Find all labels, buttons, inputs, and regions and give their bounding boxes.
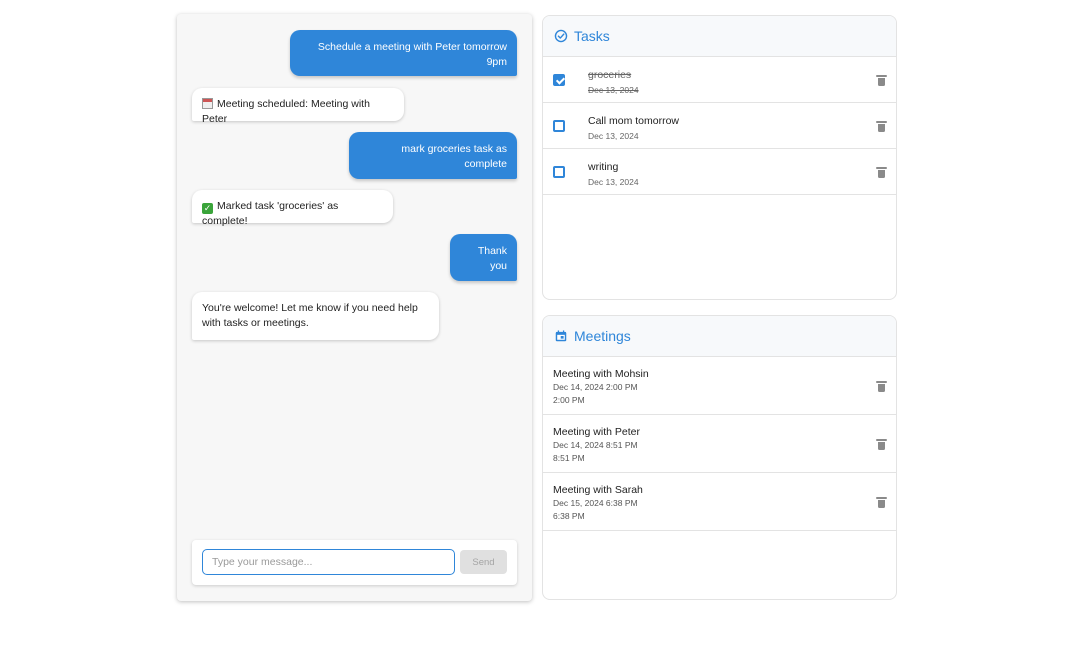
trash-icon[interactable]: [876, 439, 887, 450]
message-text: Marked task 'groceries' as complete!: [202, 200, 339, 227]
meetings-card: Meetings Meeting with Mohsin Dec 14, 202…: [542, 315, 897, 600]
user-message: Thank you: [450, 234, 517, 281]
task-name: groceries: [588, 69, 632, 81]
task-name: writing: [588, 161, 619, 173]
assistant-message: ✓ Marked task 'groceries' as complete!: [192, 190, 393, 227]
message-text: You're welcome! Let me know if you need …: [202, 302, 418, 329]
meeting-time: 2:00 PM: [553, 395, 585, 405]
meeting-datetime: Dec 14, 2024 2:00 PM: [553, 382, 638, 392]
message-text: Schedule a meeting with Peter tomorrow 9…: [317, 41, 507, 68]
task-date: Dec 13, 2024: [588, 85, 639, 95]
trash-icon[interactable]: [876, 497, 887, 508]
meetings-header: Meetings: [543, 316, 896, 357]
meeting-time: 8:51 PM: [553, 453, 585, 463]
meeting-datetime: Dec 15, 2024 6:38 PM: [553, 498, 638, 508]
task-row: Call mom tomorrow Dec 13, 2024: [543, 103, 896, 149]
trash-icon[interactable]: [876, 167, 887, 178]
message-text: Thank you: [477, 245, 507, 272]
meeting-time: 6:38 PM: [553, 511, 585, 521]
check-circle-icon: [554, 29, 568, 43]
task-text: groceries Dec 13, 2024: [588, 68, 639, 97]
calendar-icon: [555, 330, 567, 342]
meeting-row: Meeting with Sarah Dec 15, 2024 6:38 PM …: [543, 473, 896, 531]
trash-icon[interactable]: [876, 381, 887, 392]
meetings-title: Meetings: [574, 328, 631, 344]
meeting-row: Meeting with Peter Dec 14, 2024 8:51 PM …: [543, 415, 896, 473]
user-message: Schedule a meeting with Peter tomorrow 9…: [290, 30, 517, 76]
meeting-title: Meeting with Peter: [553, 426, 640, 438]
calendar-icon: [202, 98, 213, 109]
message-text: Meeting scheduled: Meeting with Peter: [202, 98, 370, 125]
user-message: mark groceries task as complete: [349, 132, 517, 179]
task-name: Call mom tomorrow: [588, 115, 680, 127]
message-text: mark groceries task as complete: [401, 143, 507, 170]
task-checkbox[interactable]: [553, 74, 565, 86]
task-checkbox[interactable]: [553, 166, 565, 178]
meeting-text: Meeting with Sarah Dec 15, 2024 6:38 PM …: [553, 483, 643, 523]
tasks-header: Tasks: [543, 16, 896, 57]
task-row: writing Dec 13, 2024: [543, 149, 896, 195]
message-composer: Send: [192, 540, 517, 585]
task-checkbox[interactable]: [553, 120, 565, 132]
tasks-card: Tasks groceries Dec 13, 2024 Call mom to…: [542, 15, 897, 300]
send-button[interactable]: Send: [460, 550, 507, 574]
check-mark-icon: ✓: [202, 203, 213, 214]
task-text: writing Dec 13, 2024: [588, 160, 639, 189]
meeting-title: Meeting with Mohsin: [553, 368, 649, 380]
assistant-message: You're welcome! Let me know if you need …: [192, 292, 439, 340]
trash-icon[interactable]: [876, 75, 887, 86]
tasks-title: Tasks: [574, 28, 610, 44]
meeting-text: Meeting with Mohsin Dec 14, 2024 2:00 PM…: [553, 367, 649, 407]
meeting-text: Meeting with Peter Dec 14, 2024 8:51 PM …: [553, 425, 640, 465]
task-date: Dec 13, 2024: [588, 177, 639, 187]
meeting-datetime: Dec 14, 2024 8:51 PM: [553, 440, 638, 450]
task-text: Call mom tomorrow Dec 13, 2024: [588, 114, 679, 143]
assistant-message: Meeting scheduled: Meeting with Peter: [192, 88, 404, 125]
task-row: groceries Dec 13, 2024: [543, 57, 896, 103]
message-input[interactable]: [202, 549, 455, 575]
trash-icon[interactable]: [876, 121, 887, 132]
meeting-title: Meeting with Sarah: [553, 484, 643, 496]
meeting-row: Meeting with Mohsin Dec 14, 2024 2:00 PM…: [543, 357, 896, 415]
task-date: Dec 13, 2024: [588, 131, 639, 141]
